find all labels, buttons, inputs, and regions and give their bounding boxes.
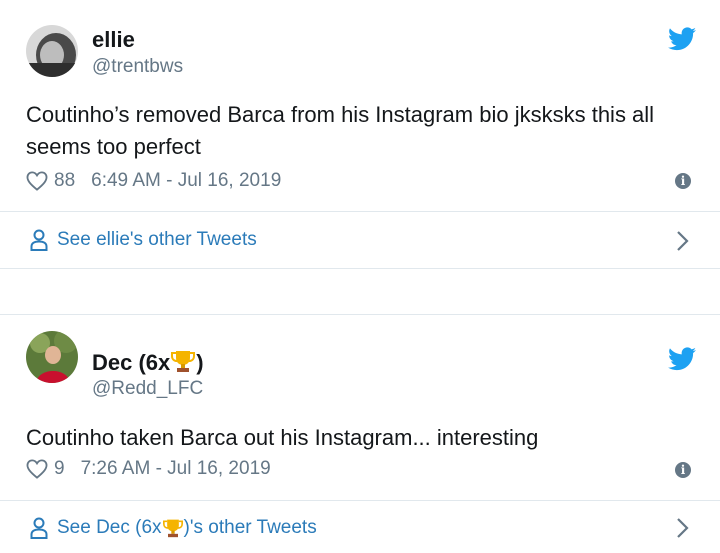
author-name-suffix: ) (196, 350, 204, 375)
tweet-card: ellie @trentbws Coutinho’s removed Barca… (0, 0, 720, 268)
see-other-tweets-prefix[interactable]: See Dec (6x (57, 517, 162, 539)
tweet-meta: 9 7:26 AM - Jul 16, 2019 (26, 458, 271, 480)
twitter-bird-icon[interactable] (668, 27, 696, 51)
timestamp[interactable]: 6:49 AM - Jul 16, 2019 (91, 170, 281, 192)
tweet-meta: 88 6:49 AM - Jul 16, 2019 (26, 170, 281, 192)
heart-icon[interactable] (26, 459, 48, 479)
tweet-separator (0, 268, 720, 315)
divider (0, 500, 720, 501)
heart-icon[interactable] (26, 171, 48, 191)
tweet-text: Coutinho’s removed Barca from his Instag… (26, 102, 655, 159)
see-other-tweets-link[interactable]: See Dec (6x )'s other Tweets (30, 517, 317, 539)
trophy-icon (162, 519, 183, 538)
like-count: 9 (54, 458, 65, 479)
see-other-tweets-suffix[interactable]: )'s other Tweets (184, 517, 317, 539)
author-name[interactable]: ellie (92, 27, 135, 53)
avatar[interactable] (26, 331, 78, 383)
tweet-text: Coutinho taken Barca out his Instagram..… (26, 425, 539, 450)
chevron-right-icon[interactable] (676, 517, 690, 539)
divider (0, 211, 720, 212)
avatar[interactable] (26, 25, 78, 77)
author-handle[interactable]: @Redd_LFC (92, 378, 203, 400)
twitter-bird-icon[interactable] (668, 347, 696, 371)
person-icon (30, 517, 48, 539)
author-handle[interactable]: @trentbws (92, 56, 183, 78)
author-name[interactable]: Dec (6x ) (92, 349, 204, 376)
author-name-prefix: Dec (6x (92, 350, 171, 375)
tweet-card: Dec (6x ) @Redd_LFC Coutinho taken Barca… (0, 314, 720, 553)
see-other-tweets-label[interactable]: See ellie's other Tweets (57, 229, 257, 251)
person-icon (30, 229, 48, 251)
info-icon[interactable]: i (675, 173, 691, 189)
trophy-icon (171, 351, 196, 372)
like-count: 88 (54, 170, 76, 191)
chevron-right-icon[interactable] (676, 230, 690, 252)
timestamp[interactable]: 7:26 AM - Jul 16, 2019 (81, 458, 271, 480)
see-other-tweets-link[interactable]: See ellie's other Tweets (30, 229, 257, 251)
info-icon[interactable]: i (675, 462, 691, 478)
